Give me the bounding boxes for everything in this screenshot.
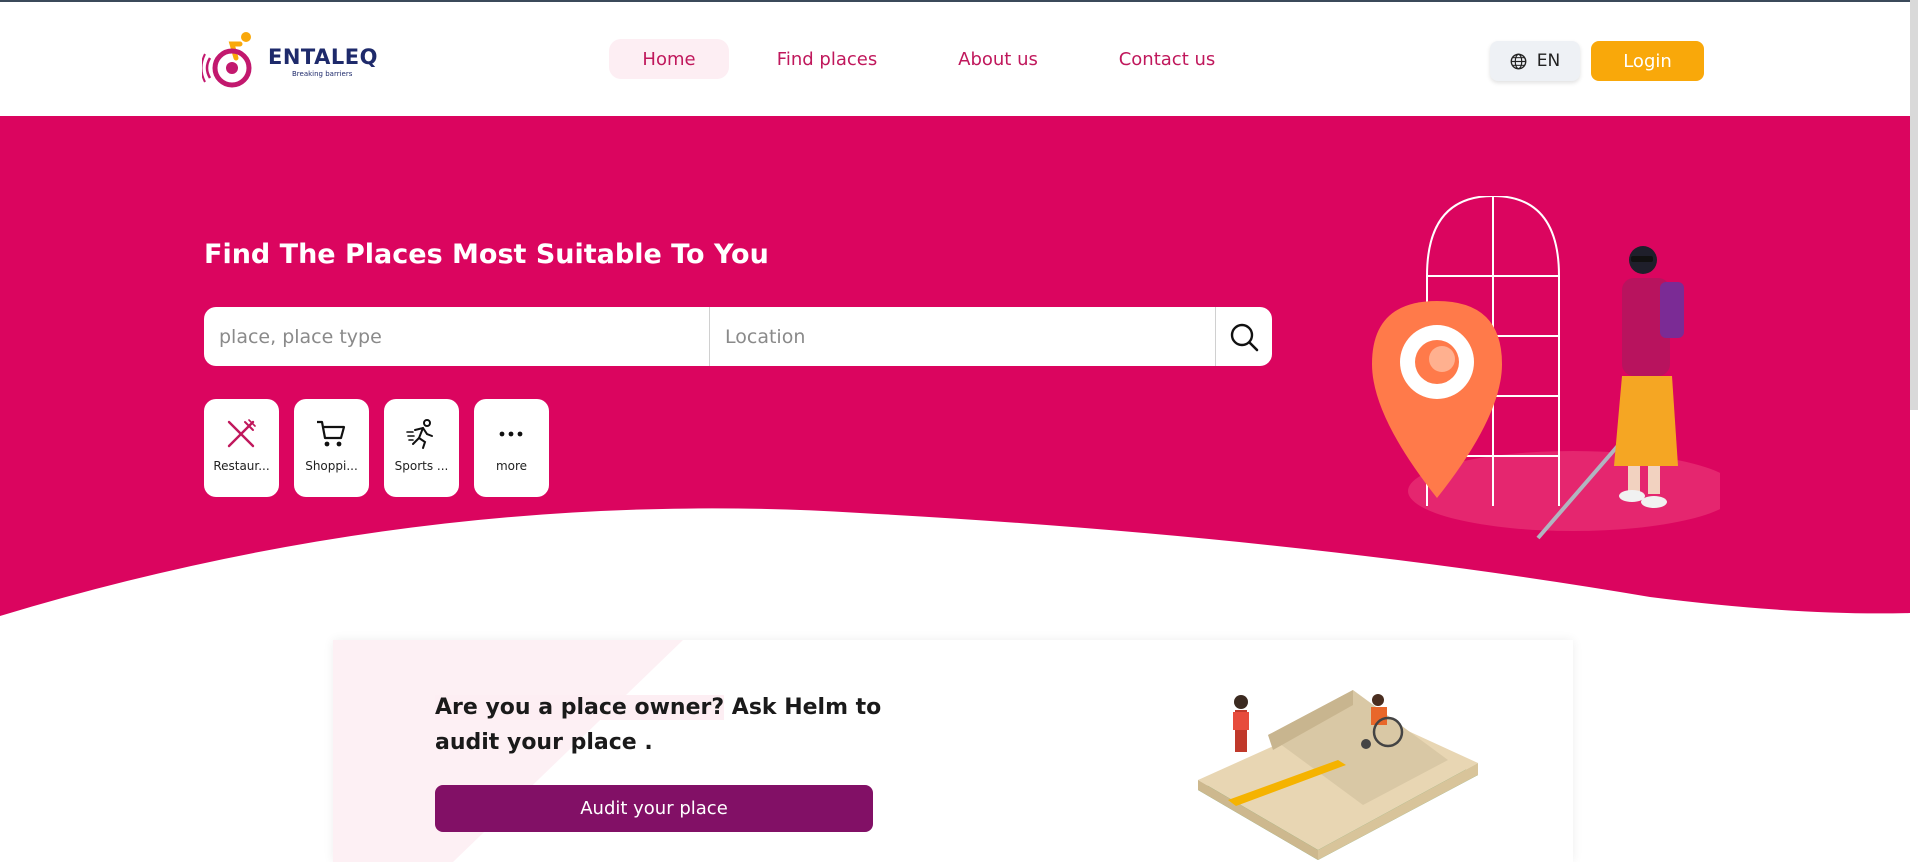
place-search-input[interactable] <box>204 307 709 366</box>
globe-icon <box>1510 53 1527 69</box>
category-label: more <box>495 459 528 473</box>
category-label: Sports ... <box>394 459 449 473</box>
hero-illustration <box>1372 196 1720 540</box>
language-label: EN <box>1536 51 1561 71</box>
category-sports[interactable]: Sports ... <box>384 399 459 497</box>
nav-about-us[interactable]: About us <box>938 39 1058 79</box>
owner-illustration <box>1198 690 1478 860</box>
nav-home[interactable]: Home <box>609 39 729 79</box>
hero-title: Find The Places Most Suitable To You <box>204 239 769 270</box>
brand-tagline: Breaking barriers <box>292 70 353 78</box>
login-button[interactable]: Login <box>1591 41 1704 81</box>
brand-name: ENTALEQ <box>268 45 378 69</box>
location-input[interactable] <box>709 307 1215 366</box>
sports-icon <box>406 419 433 449</box>
search-icon <box>1230 323 1259 351</box>
site-header: ENTALEQ Breaking barriers Home Find plac… <box>0 2 1910 116</box>
scrollbar[interactable] <box>1910 0 1918 410</box>
owner-question: Are you a place owner? Ask Helm to audit… <box>435 690 895 760</box>
audit-place-button[interactable]: Audit your place <box>435 785 873 832</box>
search-button[interactable] <box>1215 307 1272 366</box>
owner-card: Are you a place owner? Ask Helm to audit… <box>333 640 1573 862</box>
shopping-cart-icon <box>317 420 346 447</box>
category-more[interactable]: more <box>474 399 549 497</box>
category-label: Shoppi... <box>305 459 358 473</box>
logo[interactable]: ENTALEQ Breaking barriers <box>202 30 377 92</box>
nav-find-places[interactable]: Find places <box>756 39 898 79</box>
hero-section: Find The Places Most Suitable To You Res… <box>0 116 1910 616</box>
language-button[interactable]: EN <box>1490 41 1580 81</box>
nav-contact-us[interactable]: Contact us <box>1100 39 1234 79</box>
logo-wheelchair-icon <box>202 32 252 88</box>
more-icon <box>499 431 523 437</box>
restaurant-icon <box>227 419 256 448</box>
owner-question-highlight: Are you a place owner? <box>435 695 725 720</box>
category-restaurants[interactable]: Restaur... <box>204 399 279 497</box>
category-shopping[interactable]: Shoppi... <box>294 399 369 497</box>
category-label: Restaur... <box>213 459 270 473</box>
search-bar <box>204 307 1272 366</box>
